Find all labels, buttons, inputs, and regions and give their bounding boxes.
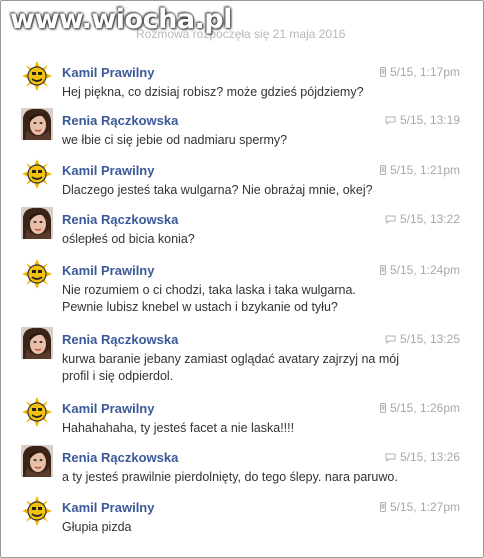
chat-bubble-icon xyxy=(385,114,396,128)
timestamp-text: 5/15, 13:22 xyxy=(399,212,460,226)
woman-photo-avatar[interactable] xyxy=(21,207,53,239)
message-line: Głupia pizda xyxy=(62,520,132,534)
timestamp-text: 5/15, 1:27pm xyxy=(389,500,460,514)
phone-icon xyxy=(379,501,386,515)
message-line: a ty jesteś prawilnie pierdolnięty, do t… xyxy=(62,470,398,484)
message-text: kurwa baranie jebany zamiast oglądać ava… xyxy=(62,351,422,385)
message-line: Nie rozumiem o ci chodzi, taka laska i t… xyxy=(62,283,356,297)
phone-icon xyxy=(379,164,386,178)
timestamp-text: 5/15, 13:19 xyxy=(399,113,460,127)
sun-face-avatar[interactable] xyxy=(21,495,53,527)
message-timestamp: 5/15, 13:25 xyxy=(385,332,460,347)
timestamp-text: 5/15, 1:24pm xyxy=(389,263,460,277)
chat-bubble-icon xyxy=(385,451,396,465)
message-timestamp: 5/15, 1:27pm xyxy=(379,500,460,515)
message-line: Dlaczego jesteś taka wulgarna? Nie obraż… xyxy=(62,183,373,197)
message-timestamp: 5/15, 1:26pm xyxy=(379,401,460,416)
timestamp-text: 5/15, 13:25 xyxy=(399,332,460,346)
message-timestamp: 5/15, 13:26 xyxy=(385,450,460,465)
timestamp-text: 5/15, 1:21pm xyxy=(389,163,460,177)
message-timestamp: 5/15, 13:22 xyxy=(385,212,460,227)
sender-name-link[interactable]: Renia Rączkowska xyxy=(62,212,178,227)
sun-face-avatar[interactable] xyxy=(21,60,53,92)
woman-photo-avatar[interactable] xyxy=(21,327,53,359)
sender-name-link[interactable]: Renia Rączkowska xyxy=(62,332,178,347)
message-text: a ty jesteś prawilnie pierdolnięty, do t… xyxy=(62,469,422,486)
message-line: Hej piękna, co dzisiaj robisz? może gdzi… xyxy=(62,85,364,99)
message-text: Głupia pizda xyxy=(62,519,422,536)
message-line: profil i się odpierdol. xyxy=(62,369,174,383)
sender-name-link[interactable]: Renia Rączkowska xyxy=(62,450,178,465)
sun-face-avatar[interactable] xyxy=(21,258,53,290)
message-line: Pewnie lubisz knebel w ustach i bzykanie… xyxy=(62,300,338,314)
chat-bubble-icon xyxy=(385,213,396,227)
woman-photo-avatar[interactable] xyxy=(21,445,53,477)
message-timestamp: 5/15, 1:17pm xyxy=(379,65,460,80)
timestamp-text: 5/15, 1:26pm xyxy=(389,401,460,415)
sun-face-avatar[interactable] xyxy=(21,396,53,428)
message-line: oślepłeś od bicia konia? xyxy=(62,232,195,246)
site-watermark: www.wiocha.pl xyxy=(10,4,232,35)
sender-name-link[interactable]: Kamil Prawilny xyxy=(62,65,154,80)
woman-photo-avatar[interactable] xyxy=(21,108,53,140)
message-text: we łbie ci się jebie od nadmiaru spermy? xyxy=(62,132,422,149)
message-text: Nie rozumiem o ci chodzi, taka laska i t… xyxy=(62,282,422,316)
message-text: Dlaczego jesteś taka wulgarna? Nie obraż… xyxy=(62,182,422,199)
sender-name-link[interactable]: Kamil Prawilny xyxy=(62,263,154,278)
timestamp-text: 5/15, 1:17pm xyxy=(389,65,460,79)
message-timestamp: 5/15, 1:21pm xyxy=(379,163,460,178)
message-timestamp: 5/15, 13:19 xyxy=(385,113,460,128)
message-text: Hahahahaha, ty jesteś facet a nie laska!… xyxy=(62,420,422,437)
message-line: Hahahahaha, ty jesteś facet a nie laska!… xyxy=(62,421,295,435)
timestamp-text: 5/15, 13:26 xyxy=(399,450,460,464)
sender-name-link[interactable]: Kamil Prawilny xyxy=(62,401,154,416)
message-line: we łbie ci się jebie od nadmiaru spermy? xyxy=(62,133,288,147)
sender-name-link[interactable]: Kamil Prawilny xyxy=(62,500,154,515)
chat-bubble-icon xyxy=(385,333,396,347)
phone-icon xyxy=(379,264,386,278)
phone-icon xyxy=(379,402,386,416)
sun-face-avatar[interactable] xyxy=(21,158,53,190)
message-line: kurwa baranie jebany zamiast oglądać ava… xyxy=(62,352,399,366)
message-text: Hej piękna, co dzisiaj robisz? może gdzi… xyxy=(62,84,422,101)
sender-name-link[interactable]: Renia Rączkowska xyxy=(62,113,178,128)
message-text: oślepłeś od bicia konia? xyxy=(62,231,422,248)
conversation-header: Rozmowa rozpoczęła się 21 maja 2016 www.… xyxy=(0,0,484,44)
phone-icon xyxy=(379,66,386,80)
message-timestamp: 5/15, 1:24pm xyxy=(379,263,460,278)
sender-name-link[interactable]: Kamil Prawilny xyxy=(62,163,154,178)
